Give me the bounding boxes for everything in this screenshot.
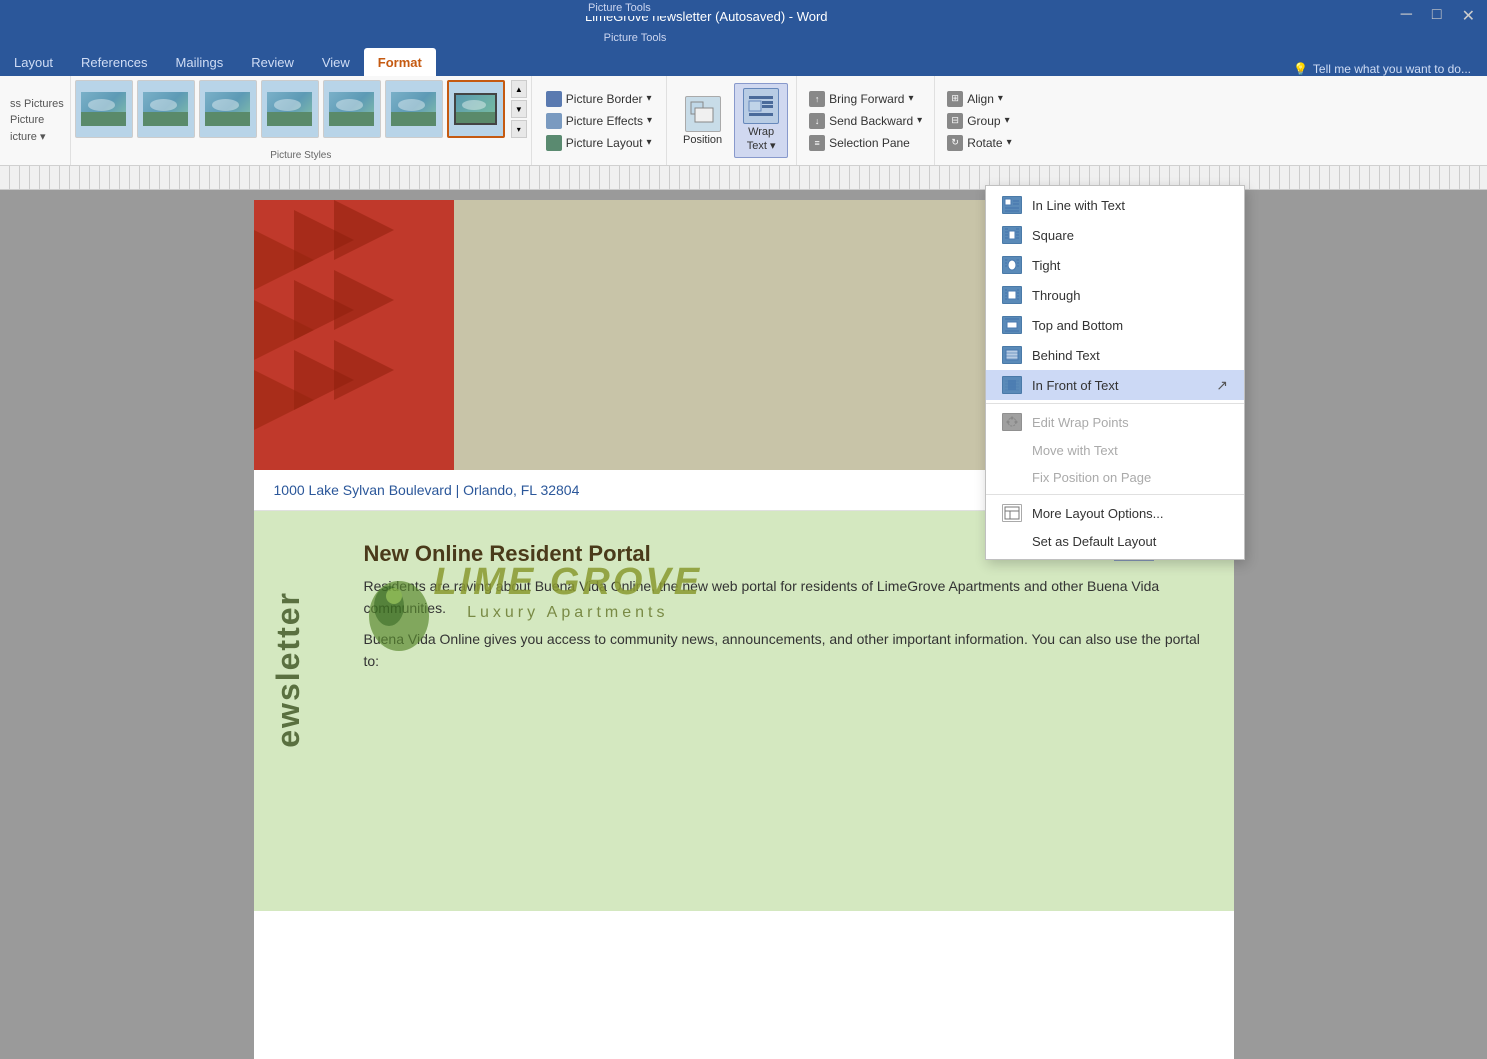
logo-text: LIME GROVE: [434, 561, 703, 604]
position-btn[interactable]: Position: [675, 92, 730, 150]
menu-item-square[interactable]: Square: [986, 220, 1244, 250]
menu-item-fixpos: Fix Position on Page: [986, 464, 1244, 491]
document-area: 1000 Lake Sylvan Boulevard | Orlando, FL…: [0, 190, 1487, 1059]
tab-mailings[interactable]: Mailings: [162, 48, 238, 76]
ruler: [0, 166, 1487, 190]
position-icon: [685, 96, 721, 132]
minimize-icon[interactable]: ─: [1401, 6, 1412, 26]
menu-divider-2: [986, 494, 1244, 495]
cursor-indicator: ↗: [1216, 377, 1228, 394]
wrap-text-icon: [743, 88, 779, 124]
menu-item-infront[interactable]: In Front of Text ↗: [986, 370, 1244, 400]
rotate-btn[interactable]: ↻ Rotate ▾: [941, 133, 1017, 153]
scroll-up-btn[interactable]: ▲: [511, 80, 527, 98]
picture-tools-label: Picture Tools: [570, 0, 669, 16]
picture-styles-label: Picture Styles: [75, 150, 527, 161]
scroll-more-btn[interactable]: ▾: [511, 120, 527, 138]
menu-item-setdefault[interactable]: Set as Default Layout: [986, 528, 1244, 555]
menu-item-inline[interactable]: In Line with Text: [986, 190, 1244, 220]
tab-review[interactable]: Review: [237, 48, 308, 76]
picture-layout-btn[interactable]: Picture Layout ▾: [540, 133, 658, 153]
logo-overlay: LIME GROVE Luxury Apartments: [374, 561, 703, 622]
wrap-text-dropdown: In Line with Text Square Tight Through T…: [985, 185, 1245, 560]
menu-item-movewith: Move with Text: [986, 437, 1244, 464]
menu-item-morelayout[interactable]: More Layout Options...: [986, 498, 1244, 528]
maximize-icon[interactable]: □: [1432, 6, 1442, 26]
inline-icon: [1002, 196, 1022, 214]
picture-effects-btn[interactable]: Picture Effects ▾: [540, 111, 658, 131]
close-icon[interactable]: ✕: [1462, 6, 1475, 26]
menu-item-behind[interactable]: Behind Text: [986, 340, 1244, 370]
scroll-down-btn[interactable]: ▼: [511, 100, 527, 118]
align-btn[interactable]: ⊞ Align ▾: [941, 89, 1017, 109]
topbottom-wrap-icon: [1002, 316, 1022, 334]
through-wrap-icon: [1002, 286, 1022, 304]
behind-wrap-icon: [1002, 346, 1022, 364]
rotate-icon: ↻: [947, 135, 963, 151]
style-thumb-2[interactable]: [137, 80, 195, 138]
menu-item-topbottom[interactable]: Top and Bottom: [986, 310, 1244, 340]
selection-pane-btn[interactable]: ≡ Selection Pane: [803, 133, 928, 153]
editwrap-icon: [1002, 413, 1022, 431]
send-backward-icon: ↓: [809, 113, 825, 129]
tab-format[interactable]: Format: [364, 48, 436, 76]
tab-view[interactable]: View: [308, 48, 364, 76]
style-thumb-1[interactable]: [75, 80, 133, 138]
tab-layout[interactable]: Layout: [0, 48, 67, 76]
style-thumb-7[interactable]: [447, 80, 505, 138]
adjust-pictures-label: ss Pictures: [10, 98, 64, 110]
bring-forward-btn[interactable]: ↑ Bring Forward ▾: [803, 89, 928, 109]
send-backward-btn[interactable]: ↓ Send Backward ▾: [803, 111, 928, 131]
green-content: ewsletter LIME GROVE Luxury Apartments 🖼: [254, 511, 1234, 911]
style-thumb-6[interactable]: [385, 80, 443, 138]
picture-border-icon: [546, 91, 562, 107]
para-2: Buena Vida Online gives you access to co…: [364, 628, 1214, 673]
menu-divider-1: [986, 403, 1244, 404]
picture-tools-tab-label: Picture Tools: [570, 32, 700, 48]
group-btn[interactable]: ⊟ Group ▾: [941, 111, 1017, 131]
tight-wrap-icon: [1002, 256, 1022, 274]
align-icon: ⊞: [947, 91, 963, 107]
square-wrap-icon: [1002, 226, 1022, 244]
morelayout-icon: [1002, 504, 1022, 522]
header-red-section: [254, 200, 454, 470]
logo-sub: Luxury Apartments: [434, 604, 703, 622]
wrap-text-btn[interactable]: WrapText ▾: [734, 83, 788, 157]
tab-references[interactable]: References: [67, 48, 161, 76]
header-tan-section: [454, 200, 1034, 470]
app-title: LimeGrove newsletter (Autosaved) - Word: [12, 9, 1401, 24]
style-thumb-4[interactable]: [261, 80, 319, 138]
style-thumb-3[interactable]: [199, 80, 257, 138]
picture-label: Picture: [10, 114, 64, 126]
selection-pane-icon: ≡: [809, 135, 825, 151]
lightbulb-icon: 💡: [1293, 62, 1308, 76]
picture-effects-icon: [546, 113, 562, 129]
menu-item-through[interactable]: Through: [986, 280, 1244, 310]
picture-border-btn[interactable]: Picture Border ▾: [540, 89, 658, 109]
menu-item-tight[interactable]: Tight: [986, 250, 1244, 280]
style-thumb-5[interactable]: [323, 80, 381, 138]
infront-wrap-icon: [1002, 376, 1022, 394]
menu-item-editwrap: Edit Wrap Points: [986, 407, 1244, 437]
bring-forward-icon: ↑: [809, 91, 825, 107]
picture2-label: icture ▾: [10, 130, 64, 143]
tell-me-input[interactable]: 💡 Tell me what you want to do...: [1277, 62, 1487, 76]
group-icon: ⊟: [947, 113, 963, 129]
picture-layout-icon: [546, 135, 562, 151]
side-label: ewsletter: [270, 591, 307, 748]
